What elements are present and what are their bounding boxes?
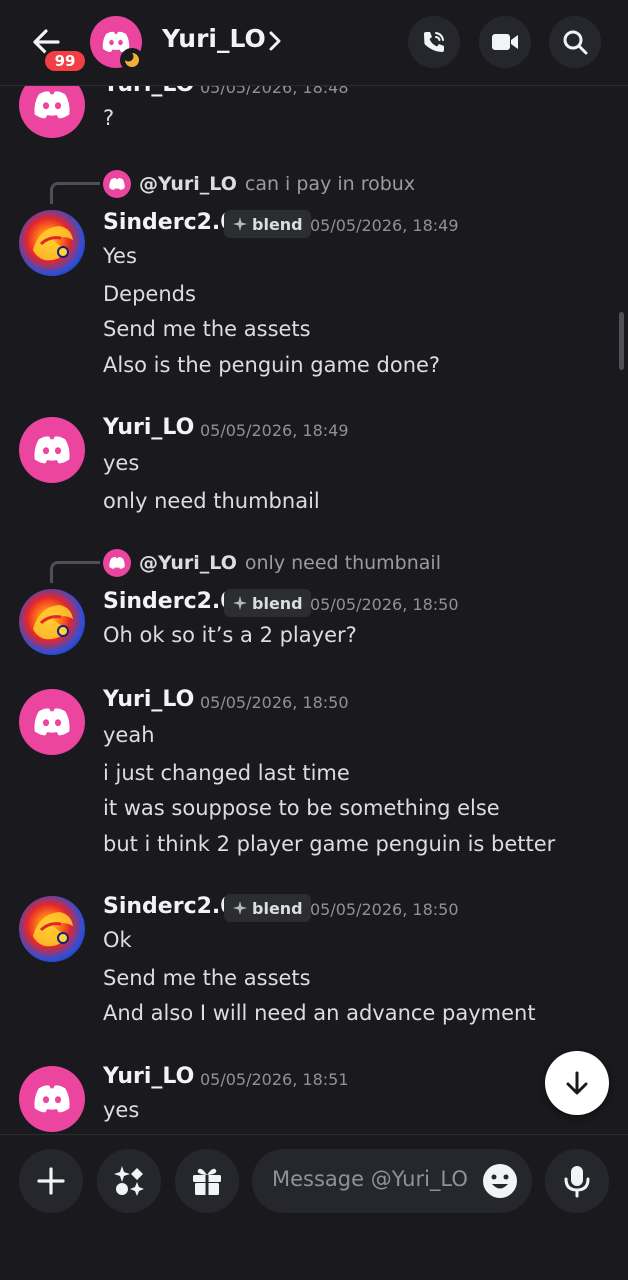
microphone-icon [564, 1166, 590, 1198]
message-author[interactable]: Sinderc2.0 [103, 210, 236, 235]
avatar[interactable] [19, 86, 85, 138]
message-author[interactable]: Yuri_LO [103, 1064, 194, 1089]
message-author[interactable]: Sinderc2.0 [103, 589, 236, 614]
reply-mention: @Yuri_LO [139, 552, 237, 574]
sparkle-icon [233, 217, 247, 231]
message-text: but i think 2 player game penguin is bet… [103, 832, 556, 856]
reply-preview[interactable]: @Yuri_LO only need thumbnail [103, 549, 441, 577]
message-text: Ok [103, 928, 132, 952]
dragon-avatar-icon [33, 605, 73, 640]
video-call-button[interactable] [479, 16, 531, 68]
message-text: Send me the assets [103, 317, 311, 341]
message-text: And also I will need an advance payment [103, 1001, 536, 1025]
gift-icon [193, 1168, 221, 1195]
page-title[interactable]: Yuri_LO [162, 24, 266, 53]
discord-logo-icon [34, 91, 70, 119]
message-input-placeholder: Message @Yuri_LO [272, 1167, 468, 1191]
voice-call-button[interactable] [408, 16, 460, 68]
discord-logo-icon [109, 178, 125, 190]
server-tag-label: blend [252, 593, 303, 613]
message-text: only need thumbnail [103, 489, 320, 513]
avatar[interactable] [19, 896, 85, 962]
search-button[interactable] [549, 16, 601, 68]
message-timestamp: 05/05/2026, 18:49 [200, 421, 349, 440]
message-timestamp: 05/05/2026, 18:49 [310, 216, 459, 235]
message-timestamp: 05/05/2026, 18:50 [310, 900, 459, 919]
reply-mention: @Yuri_LO [139, 173, 237, 195]
attach-button[interactable] [19, 1149, 83, 1213]
message-text: Yes [103, 244, 137, 268]
message-text: Also is the penguin game done? [103, 353, 441, 377]
message-text: i just changed last time [103, 761, 350, 785]
message-author[interactable]: Yuri_LO [103, 86, 194, 97]
message-text: yes [103, 1098, 140, 1122]
server-tag[interactable]: blend [224, 589, 311, 617]
message-list[interactable]: Yuri_LO 05/05/2026, 18:48 ? @Yuri_LO can… [0, 86, 628, 1134]
dragon-avatar-icon [33, 226, 73, 261]
unread-badge: 99 [42, 48, 88, 74]
arrow-down-icon [566, 1071, 588, 1095]
server-tag[interactable]: blend [224, 894, 311, 922]
message-author[interactable]: Sinderc2.0 [103, 894, 236, 919]
discord-logo-icon [34, 1085, 70, 1113]
discord-logo-icon [34, 708, 70, 736]
discord-logo-icon [109, 557, 125, 569]
message-timestamp: 05/05/2026, 18:48 [200, 86, 349, 97]
dragon-avatar-icon [33, 912, 73, 947]
reply-preview[interactable]: @Yuri_LO can i pay in robux [103, 170, 415, 198]
server-tag-label: blend [252, 214, 303, 234]
apps-button[interactable] [97, 1149, 161, 1213]
plus-icon [37, 1167, 65, 1195]
emoji-icon[interactable] [482, 1163, 518, 1199]
voice-message-button[interactable] [545, 1149, 609, 1213]
message-text: Send me the assets [103, 966, 311, 990]
message-text: Depends [103, 282, 196, 306]
message-text: yeah [103, 723, 155, 747]
avatar[interactable] [19, 1066, 85, 1132]
reply-text: can i pay in robux [244, 173, 416, 195]
chevron-right-icon[interactable] [264, 27, 286, 55]
scrollbar-thumb[interactable] [619, 312, 624, 370]
chat-header: 99 Yuri_LO [0, 0, 628, 86]
reply-text: only need thumbnail [244, 552, 441, 574]
server-tag[interactable]: blend [224, 210, 311, 238]
avatar[interactable] [19, 589, 85, 655]
sparkle-icon [233, 901, 247, 915]
video-camera-icon [492, 34, 518, 50]
message-timestamp: 05/05/2026, 18:51 [200, 1070, 349, 1089]
message-composer: Message @Yuri_LO [0, 1134, 628, 1280]
message-text: yes [103, 451, 140, 475]
sparkle-icon [233, 596, 247, 610]
discord-logo-icon [34, 436, 70, 464]
phone-icon [424, 32, 444, 52]
avatar [103, 170, 131, 198]
message-text: Oh ok so it’s a 2 player? [103, 623, 357, 647]
message-author[interactable]: Yuri_LO [103, 687, 194, 712]
gift-button[interactable] [175, 1149, 239, 1213]
message-author[interactable]: Yuri_LO [103, 415, 194, 440]
server-tag-label: blend [252, 898, 303, 918]
message-timestamp: 05/05/2026, 18:50 [310, 595, 459, 614]
apps-sparkle-icon [114, 1166, 144, 1196]
reply-connector [50, 182, 100, 204]
jump-to-latest-button[interactable] [545, 1051, 609, 1115]
avatar [103, 549, 131, 577]
avatar[interactable] [19, 417, 85, 483]
message-input[interactable]: Message @Yuri_LO [252, 1149, 532, 1213]
message-timestamp: 05/05/2026, 18:50 [200, 693, 349, 712]
search-icon [563, 30, 588, 55]
avatar[interactable] [19, 689, 85, 755]
idle-status-icon [120, 48, 144, 72]
avatar[interactable] [19, 210, 85, 276]
message-text: it was souppose to be something else [103, 796, 500, 820]
reply-connector [50, 561, 100, 583]
message-text: ? [103, 106, 115, 130]
